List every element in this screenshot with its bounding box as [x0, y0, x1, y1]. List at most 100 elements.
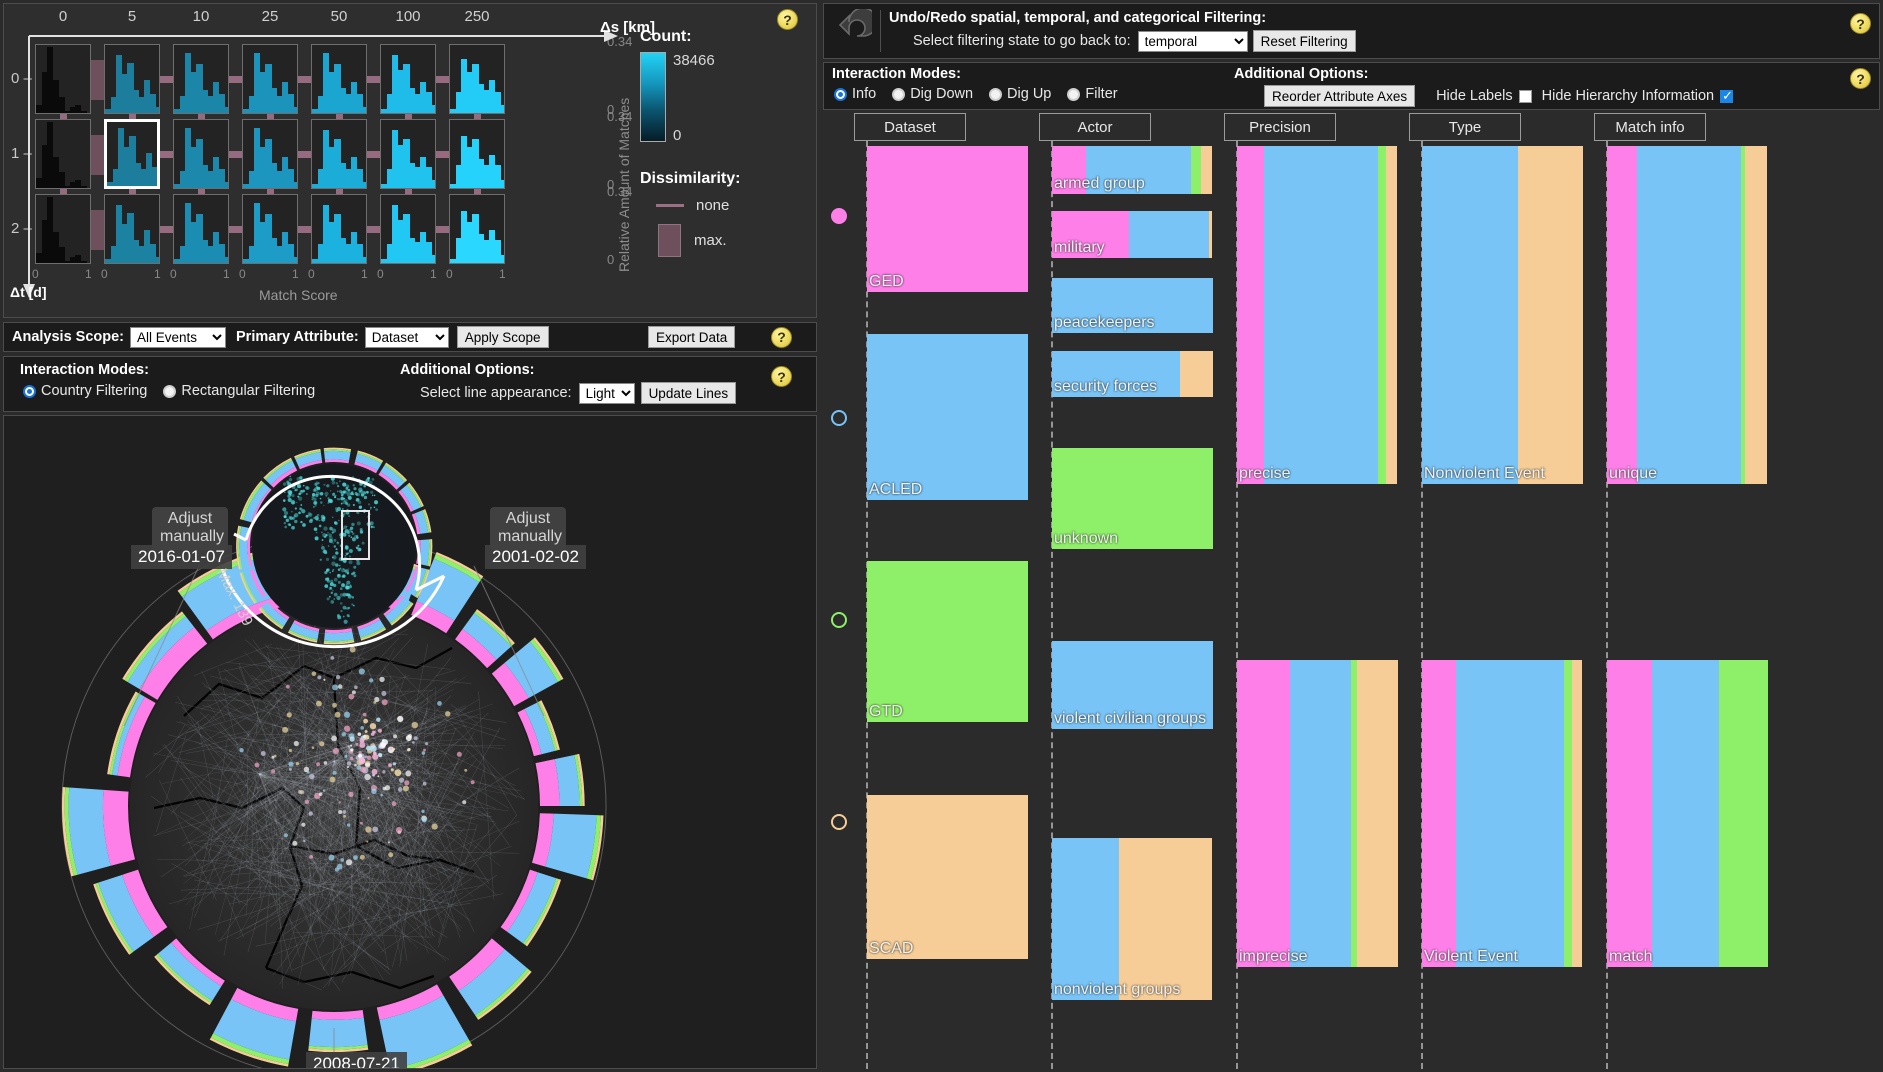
undo-help-icon[interactable]: ? [1850, 13, 1871, 34]
mode-rectangular-filtering[interactable]: Rectangular Filtering [163, 383, 315, 399]
hide-labels-checkbox[interactable] [1518, 89, 1532, 103]
attribute-bar[interactable] [1607, 146, 1768, 484]
attribute-bar[interactable] [867, 795, 1028, 959]
matrix-cell[interactable] [173, 119, 229, 189]
radio-filter-icon[interactable] [1067, 87, 1081, 101]
row-selection-marker[interactable] [831, 814, 847, 830]
attribute-column-header-dataset[interactable]: Dataset [854, 113, 966, 141]
radio-country-filtering-icon[interactable] [23, 384, 36, 398]
attribute-bar-label[interactable]: armed group [1054, 175, 1145, 193]
attribute-bar-label[interactable]: GTD [869, 703, 903, 721]
undo-arrow-icon[interactable] [828, 9, 872, 53]
mode-info[interactable]: Info [834, 86, 876, 102]
attribute-bar-label[interactable]: nonviolent groups [1054, 981, 1180, 999]
radio-rectangular-filtering-icon[interactable] [163, 384, 177, 398]
scope-help-icon[interactable]: ? [771, 326, 792, 348]
attribute-column-header-actor[interactable]: Actor [1039, 113, 1151, 141]
attribute-bar-label[interactable]: peacekeepers [1054, 314, 1155, 332]
matrix-cell[interactable] [242, 119, 298, 189]
matrix-cell[interactable] [242, 194, 298, 264]
country-ring-segment[interactable] [311, 1009, 364, 1020]
attribute-bar[interactable] [867, 146, 1028, 292]
matrix-cell[interactable] [380, 194, 436, 264]
matrix-cell[interactable] [35, 119, 91, 189]
matrix-cell[interactable] [104, 44, 160, 114]
matrix-cell[interactable] [35, 44, 91, 114]
attribute-bar[interactable] [1607, 660, 1768, 967]
matrix-cell[interactable] [449, 44, 505, 114]
update-lines-button[interactable]: Update Lines [640, 382, 737, 404]
attribute-bar-label[interactable]: match [1609, 948, 1653, 966]
reset-filtering-button[interactable]: Reset Filtering [1252, 30, 1356, 52]
export-data-button[interactable]: Export Data [648, 326, 736, 348]
filtering-state-select[interactable]: temporal [1137, 30, 1248, 52]
attribute-bar-label[interactable]: Violent Event [1424, 948, 1518, 966]
time-ring-segment[interactable] [324, 450, 351, 461]
mode-dig-up[interactable]: Dig Up [989, 86, 1051, 102]
attribute-bar[interactable] [867, 334, 1028, 500]
attribute-bar-label[interactable]: military [1054, 239, 1105, 257]
row-selection-marker[interactable] [831, 410, 847, 426]
attribute-bar-label[interactable]: unique [1609, 465, 1657, 483]
analysis-scope-select[interactable]: All Events [130, 326, 227, 348]
country-ring-segment[interactable] [308, 1017, 368, 1048]
matrix-cell[interactable] [104, 194, 160, 264]
attribute-bar-label[interactable]: SCAD [869, 940, 913, 958]
left-adjust-manually-button[interactable]: Adjust manually [152, 507, 228, 550]
attribute-bar-label[interactable]: Nonviolent Event [1424, 465, 1545, 483]
radio-info-icon[interactable] [834, 87, 847, 101]
right-date-label[interactable]: 2001-02-02 [485, 545, 586, 569]
attribute-column-header-precision[interactable]: Precision [1224, 113, 1336, 141]
attribute-bar[interactable] [1422, 146, 1583, 484]
mode-filter[interactable]: Filter [1067, 86, 1118, 102]
attribute-column-header-match-info[interactable]: Match info [1594, 113, 1706, 141]
attr-modes-help-icon[interactable]: ? [1850, 68, 1871, 89]
attribute-bar[interactable] [867, 561, 1028, 722]
attribute-column-header-type[interactable]: Type [1409, 113, 1521, 141]
attribute-bar[interactable] [1237, 660, 1398, 967]
country-ring-segment[interactable] [535, 759, 560, 806]
attribute-bar-label[interactable]: security forces [1054, 378, 1157, 396]
attribute-bar-label[interactable]: ACLED [869, 481, 922, 499]
map-visualization-svg[interactable] [4, 416, 817, 1069]
attribute-bar-label[interactable]: GED [869, 273, 904, 291]
matrix-cell[interactable] [449, 119, 505, 189]
attribute-bar-label[interactable]: precise [1239, 465, 1291, 483]
radio-dig-down-icon[interactable] [892, 87, 906, 101]
matrix-help-icon[interactable]: ? [777, 9, 798, 30]
row-selection-marker[interactable] [831, 612, 847, 628]
matrix-cell[interactable] [380, 44, 436, 114]
apply-scope-button[interactable]: Apply Scope [456, 326, 549, 348]
hide-hierarchy-checkbox[interactable] [1720, 88, 1734, 104]
mode-country-filtering[interactable]: Country Filtering [23, 383, 147, 399]
mode-dig-down[interactable]: Dig Down [892, 86, 973, 102]
line-appearance-select[interactable]: Light [578, 382, 635, 404]
attribute-bar-label[interactable]: violent civilian groups [1054, 710, 1206, 728]
histogram-matrix-plot[interactable]: 0 5 10 25 50 100 250 0 –1 –2 –0 1 0 1 0 1 0 1 0 1 0 1 0 1 0.3… [4, 4, 632, 319]
attribute-axes-area[interactable]: Dataset GED ACLED GTD SCAD Actor armed group mi… [823, 113, 1880, 1069]
attribute-bar-label[interactable]: imprecise [1239, 948, 1307, 966]
reorder-attribute-axes-button[interactable]: Reorder Attribute Axes [1264, 85, 1416, 107]
matrix-cell[interactable] [449, 194, 505, 264]
matrix-cell[interactable] [242, 44, 298, 114]
attribute-bar[interactable] [1422, 660, 1583, 967]
attribute-bar[interactable] [1237, 146, 1398, 484]
matrix-cell[interactable] [104, 119, 160, 189]
attribute-bar[interactable] [1052, 838, 1213, 1000]
matrix-cell[interactable] [35, 194, 91, 264]
matrix-cell[interactable] [380, 119, 436, 189]
bottom-date-label[interactable]: 2008-07-21 [306, 1052, 407, 1068]
row-selection-marker[interactable] [831, 208, 847, 224]
matrix-cell[interactable] [311, 44, 367, 114]
matrix-cell[interactable] [311, 119, 367, 189]
primary-attribute-select[interactable]: Dataset [364, 326, 449, 348]
matrix-cell[interactable] [311, 194, 367, 264]
right-adjust-manually-button[interactable]: Adjust manually [490, 507, 566, 550]
matrix-cell[interactable] [173, 194, 229, 264]
circular-map-panel[interactable]: Adjust manually Adjust manually 2016-01-… [3, 415, 817, 1069]
radio-dig-up-icon[interactable] [989, 87, 1003, 101]
matrix-cell[interactable] [173, 44, 229, 114]
left-date-label[interactable]: 2016-01-07 [131, 545, 232, 569]
map-interaction-help-icon[interactable]: ? [771, 366, 792, 387]
attribute-bar-label[interactable]: unknown [1054, 530, 1118, 548]
